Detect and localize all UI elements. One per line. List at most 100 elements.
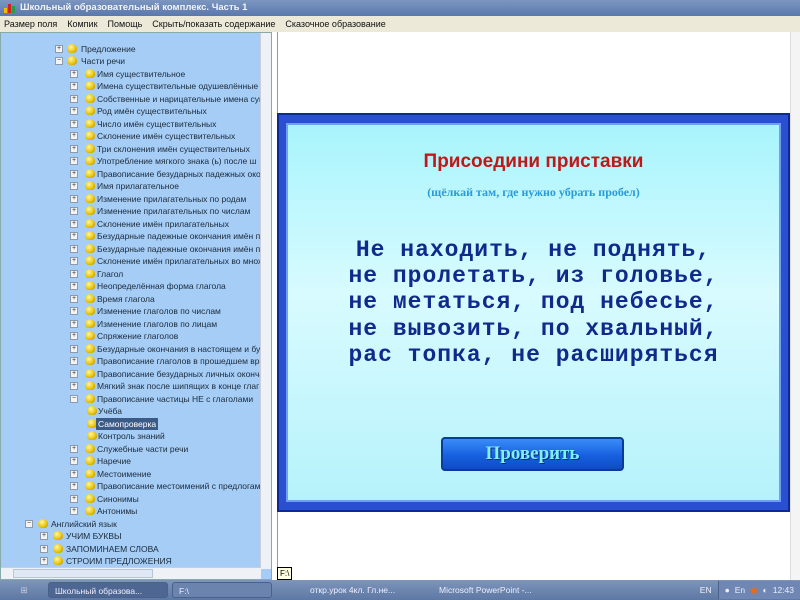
start-button[interactable]: ⊞ (0, 580, 48, 600)
tree-item[interactable]: + Три склонения имён существительных (1, 143, 261, 155)
tree-item[interactable]: Учёба (1, 405, 261, 417)
task-school-complex[interactable]: Школьный образова... (48, 582, 168, 598)
expand-icon[interactable]: + (70, 232, 78, 241)
menu-compik[interactable]: Компик (67, 16, 97, 32)
menu-fairy-education[interactable]: Сказочное образование (285, 16, 385, 32)
menu-toggle-contents[interactable]: Скрыть/показать содержание (152, 16, 275, 32)
expand-icon[interactable]: + (70, 144, 78, 153)
tree-item[interactable]: + Наречие (1, 455, 261, 467)
tree-item[interactable]: + Безударные окончания в настоящем и бу (1, 343, 261, 355)
tree-item[interactable]: + Правописание безударных падежных око (1, 168, 261, 180)
tree-item[interactable]: + Неопределённая форма глагола (1, 280, 261, 292)
tree-item[interactable]: + Спряжение глаголов (1, 330, 261, 342)
expand-icon[interactable]: + (70, 344, 78, 353)
tree-item[interactable]: − Части речи (1, 55, 261, 67)
expand-icon[interactable]: + (70, 82, 78, 91)
expand-icon[interactable]: + (70, 119, 78, 128)
tree-item[interactable]: + Время глагола (1, 293, 261, 305)
task-word-doc[interactable]: откр.урок 4кл. Гл.не... (304, 582, 429, 598)
antivirus-icon[interactable]: ◉ (750, 585, 757, 596)
tree-horizontal-scrollbar[interactable] (1, 567, 261, 579)
expand-icon[interactable]: + (70, 269, 78, 278)
expand-icon[interactable]: + (70, 282, 78, 291)
tree-item[interactable]: + Правописание безударных личных оконча (1, 368, 261, 380)
menu-field-size[interactable]: Размер поля (4, 16, 57, 32)
tree-item[interactable]: Самопроверка (1, 417, 261, 430)
expand-icon[interactable]: + (70, 69, 78, 78)
exercise-line[interactable]: не вывозить, по хвальный, (288, 316, 779, 342)
tree-item[interactable]: + Склонение имён прилагательных (1, 218, 261, 230)
expand-icon[interactable]: + (70, 482, 78, 491)
tree-item[interactable]: − Английский язык (1, 518, 261, 530)
tree-item[interactable]: + Изменение прилагательных по числам (1, 205, 261, 217)
expand-icon[interactable]: + (70, 207, 78, 216)
expand-icon[interactable]: + (70, 132, 78, 141)
collapse-icon[interactable]: − (25, 519, 33, 528)
expand-icon[interactable]: + (70, 307, 78, 316)
tree-item[interactable]: + ЗАПОМИНАЕМ СЛОВА (1, 543, 261, 555)
expand-icon[interactable]: + (70, 332, 78, 341)
tree-item[interactable]: + Изменение глаголов по числам (1, 305, 261, 317)
tree-item[interactable]: + УЧИМ БУКВЫ (1, 530, 261, 542)
tree-item[interactable]: + Глагол (1, 268, 261, 280)
collapse-icon[interactable]: − (70, 394, 78, 403)
expand-icon[interactable]: + (70, 494, 78, 503)
exercise-line[interactable]: не пролетать, из головье, (288, 263, 779, 289)
tree-item[interactable]: + Служебные части речи (1, 443, 261, 455)
expand-icon[interactable]: + (70, 182, 78, 191)
tree-item[interactable]: + Склонение имён прилагательных во множ (1, 255, 261, 267)
tree-item[interactable]: + Антонимы (1, 505, 261, 517)
expand-icon[interactable]: + (70, 194, 78, 203)
exercise-text[interactable]: Не находить, не поднять, не пролетать, и… (288, 237, 779, 368)
expand-icon[interactable]: + (70, 444, 78, 453)
expand-icon[interactable]: + (70, 244, 78, 253)
expand-icon[interactable]: + (70, 257, 78, 266)
tree-item[interactable]: + Имена существительные одушевлённые и (1, 80, 261, 92)
task-powerpoint[interactable]: Microsoft PowerPoint -... (433, 582, 553, 598)
check-button[interactable]: Проверить (441, 437, 624, 471)
exercise-line[interactable]: не метаться, под небесье, (288, 289, 779, 315)
expand-icon[interactable]: + (70, 507, 78, 516)
expand-icon[interactable]: + (70, 107, 78, 116)
tree-item[interactable]: + Число имён существительных (1, 118, 261, 130)
expand-icon[interactable]: + (70, 169, 78, 178)
expand-icon[interactable]: + (70, 319, 78, 328)
expand-icon[interactable]: + (40, 557, 48, 566)
tree-item[interactable]: + Имя прилагательное (1, 180, 261, 192)
expand-icon[interactable]: + (70, 369, 78, 378)
tree-item[interactable]: + Склонение имён существительных (1, 130, 261, 142)
tree-item[interactable]: + Предложение (1, 43, 261, 55)
exercise-line[interactable]: Не находить, не поднять, (288, 237, 779, 263)
tree-item[interactable]: + Изменение глаголов по лицам (1, 318, 261, 330)
tree-item[interactable]: + Безударные падежные окончания имён п (1, 243, 261, 255)
tree-item[interactable]: + Имя существительное (1, 68, 261, 80)
tree-item[interactable]: + СТРОИМ ПРЕДЛОЖЕНИЯ (1, 555, 261, 567)
tree-item[interactable]: + Употребление мягкого знака (ь) после ш (1, 155, 261, 167)
tree-item[interactable]: + Собственные и нарицательные имена сущ (1, 93, 261, 105)
expand-icon[interactable]: + (70, 94, 78, 103)
expand-icon[interactable]: + (70, 457, 78, 466)
expand-icon[interactable]: + (55, 45, 63, 53)
tree-item[interactable]: + Мягкий знак после шипящих в конце глаг (1, 380, 261, 392)
exercise-line[interactable]: рас топка, не расширяться (288, 342, 779, 368)
collapse-icon[interactable]: − (55, 57, 63, 66)
tree-item[interactable]: Контроль знаний (1, 430, 261, 442)
tree-item[interactable]: − Правописание частицы НЕ с глаголами (1, 393, 261, 405)
volume-icon[interactable]: ◐ (763, 585, 768, 595)
tree-item[interactable]: + Род имён существительных (1, 105, 261, 117)
scroll-thumb[interactable] (13, 569, 153, 578)
tree-item[interactable]: + Правописание глаголов в прошедшем вре (1, 355, 261, 367)
expand-icon[interactable]: + (40, 532, 48, 541)
tree-item[interactable]: + Синонимы (1, 493, 261, 505)
tree-item[interactable]: + Безударные падежные окончания имён п (1, 230, 261, 242)
tree-item[interactable]: + Правописание местоимений с предлогам (1, 480, 261, 492)
expand-icon[interactable]: + (70, 469, 78, 478)
tree-item[interactable]: + Местоимение (1, 468, 261, 480)
task-explorer-f[interactable]: F:\ (172, 582, 272, 598)
network-icon[interactable]: ● (725, 585, 730, 595)
language-indicator[interactable]: EN (700, 585, 712, 595)
expand-icon[interactable]: + (70, 294, 78, 303)
tree-vertical-scrollbar[interactable] (260, 33, 271, 569)
menu-help[interactable]: Помощь (108, 16, 143, 32)
content-scrollbar[interactable] (790, 32, 800, 580)
